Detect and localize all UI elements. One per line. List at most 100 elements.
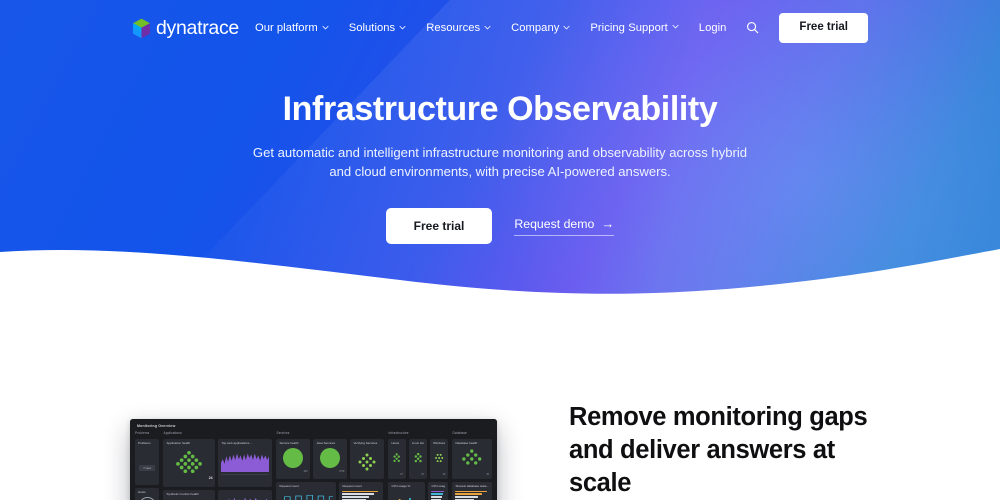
card-title: Linux Hosts <box>411 442 424 445</box>
group-label: Database <box>452 431 467 435</box>
card-request-count-bars: Request count <box>339 482 384 500</box>
card-value: 100 <box>303 469 308 473</box>
card-title: Request count <box>279 485 299 488</box>
nav-item-label: Login <box>698 21 727 34</box>
card-title: Problems <box>138 442 151 445</box>
nav-item-label: Pricing <box>590 22 625 34</box>
nav-item-our-platform[interactable]: Our platform <box>255 22 329 34</box>
nav-secondary-links: Support Login Free trial <box>628 13 868 43</box>
card-title: CPU usage % <box>391 485 411 488</box>
card-value: 24 <box>208 475 213 480</box>
request-demo-label: Request demo <box>514 216 595 231</box>
nav-item-label: Resources <box>426 22 481 34</box>
bar <box>455 490 488 493</box>
hero-wave-divider <box>0 249 1000 320</box>
chevron-down-icon <box>484 24 491 31</box>
card-synthetic-monitor-health: Synthetic monitor health <box>163 490 216 500</box>
brand-name: dynatrace <box>156 17 239 40</box>
nav-item-resources[interactable]: Resources <box>426 22 491 34</box>
card-slowest-database: Slowest database state... Det <box>452 482 492 500</box>
hexagon-cluster-icon <box>358 453 376 471</box>
card-title: Request count <box>342 485 362 488</box>
card-title: Windows H... <box>433 442 446 445</box>
hexagon-cluster-icon <box>414 452 422 463</box>
dashboard-inner: Monitoring Overview Problems Problems 7 … <box>130 419 497 500</box>
hexagon-cluster-icon <box>435 453 444 462</box>
card-title: Synthetic monitor health <box>166 493 199 496</box>
bar <box>342 493 374 496</box>
card-windows-hosts: Windows H... 25 <box>430 439 449 479</box>
card-title: Hosts <box>391 442 400 445</box>
card-linux-hosts: Linux Hosts 87 <box>408 439 428 479</box>
card-request-count-chart: Request count 04:00 10:00 16:00 22:00 <box>276 482 337 500</box>
hero-free-trial-button[interactable]: Free trial <box>385 208 493 245</box>
nav-item-company[interactable]: Company <box>511 22 570 34</box>
card-value: 25 <box>486 472 489 476</box>
card-service-health: Service health 100 <box>276 439 311 479</box>
section-heading: Remove monitoring gaps and deliver answe… <box>569 403 868 497</box>
card-value: 7 open <box>139 465 156 472</box>
card-value: PHP <box>339 469 345 473</box>
bar <box>431 490 445 493</box>
page-root: dynatrace Our platform Solutions Resourc <box>0 0 1000 500</box>
group-label: Infrastructure <box>388 431 409 435</box>
nav-item-label: Support <box>628 21 668 34</box>
dashboard-group-applications: Applications Application health 24 Top w… <box>163 431 273 500</box>
dashboard-group-problems: Problems Problems 7 open Hosts Services <box>135 431 160 500</box>
chevron-down-icon <box>563 24 570 31</box>
nav-item-label: Company <box>511 22 560 34</box>
main-navigation: dynatrace Our platform Solutions Resourc <box>0 0 1000 56</box>
nav-item-solutions[interactable]: Solutions <box>349 22 406 34</box>
card-problems: Problems 7 open <box>135 439 160 485</box>
card-cpu-usage-chart: CPU usage % 06:00 18: <box>388 482 426 500</box>
card-title: Slowest database state... <box>455 485 489 488</box>
dashboard-title: Monitoring Overview <box>137 424 176 428</box>
card-title: Service health <box>279 442 299 445</box>
bar-list <box>455 490 489 500</box>
card-database-health: Database health 25 <box>452 439 492 479</box>
group-label: Applications <box>163 431 182 435</box>
card-title: Java Services <box>316 442 336 445</box>
nav-item-support[interactable]: Support <box>628 22 679 34</box>
bar <box>342 496 370 498</box>
hero-section: dynatrace Our platform Solutions Resourc <box>0 0 1000 320</box>
card-application-health: Application health 24 <box>163 439 216 487</box>
chevron-down-icon <box>322 24 329 31</box>
card-value: 25 <box>442 472 446 476</box>
bar <box>455 493 483 496</box>
divider <box>221 473 270 475</box>
hero-subtitle: Get automatic and intelligent infrastruc… <box>252 145 748 179</box>
dashboard-group-database: Database Database health 25 Slowest data… <box>452 431 492 500</box>
sparkline-chart <box>221 453 270 472</box>
nav-item-label: Solutions <box>348 22 396 34</box>
nav-free-trial-button[interactable]: Free trial <box>779 13 868 43</box>
request-demo-link[interactable]: Request demo → <box>514 216 615 236</box>
hexagon-cluster-icon <box>176 450 203 473</box>
chevron-down-icon <box>672 23 679 30</box>
card-title: Database health <box>455 442 478 445</box>
line-chart <box>284 494 334 500</box>
hexagon-cluster-icon <box>393 453 401 462</box>
nav-primary-links: Our platform Solutions Resources Company… <box>255 22 625 34</box>
arrow-right-icon: → <box>601 216 615 232</box>
card-value: 27 <box>400 472 403 476</box>
dashboard-group-infrastructure: Infrastructure Hosts 27 Linux Ho 87 Wind… <box>388 431 449 500</box>
stacked-area-chart <box>399 497 422 500</box>
hero-cta-group: Free trial Request demo → <box>0 208 1000 245</box>
group-label: Services <box>276 431 290 435</box>
card-title: CPU usage % <box>431 485 446 488</box>
card-verifying-services: Verifying Services <box>350 439 385 479</box>
card-hosts-infra: Hosts 27 <box>388 439 406 479</box>
dynatrace-logo-link[interactable]: dynatrace <box>132 18 239 39</box>
bar <box>455 496 478 498</box>
card-title: Verifying Services <box>353 442 378 445</box>
card-title: Top web applications ... <box>221 442 253 445</box>
search-icon[interactable] <box>746 21 759 34</box>
card-title: Hosts <box>138 491 146 494</box>
nav-item-login[interactable]: Login <box>699 22 727 34</box>
health-circle <box>320 447 341 468</box>
nav-item-pricing[interactable]: Pricing <box>590 22 625 34</box>
card-cpu-usage-bars: CPU usage % <box>428 482 449 500</box>
chevron-down-icon <box>399 24 406 31</box>
monitoring-overview-dashboard-image: Monitoring Overview Problems Problems 7 … <box>130 419 497 500</box>
